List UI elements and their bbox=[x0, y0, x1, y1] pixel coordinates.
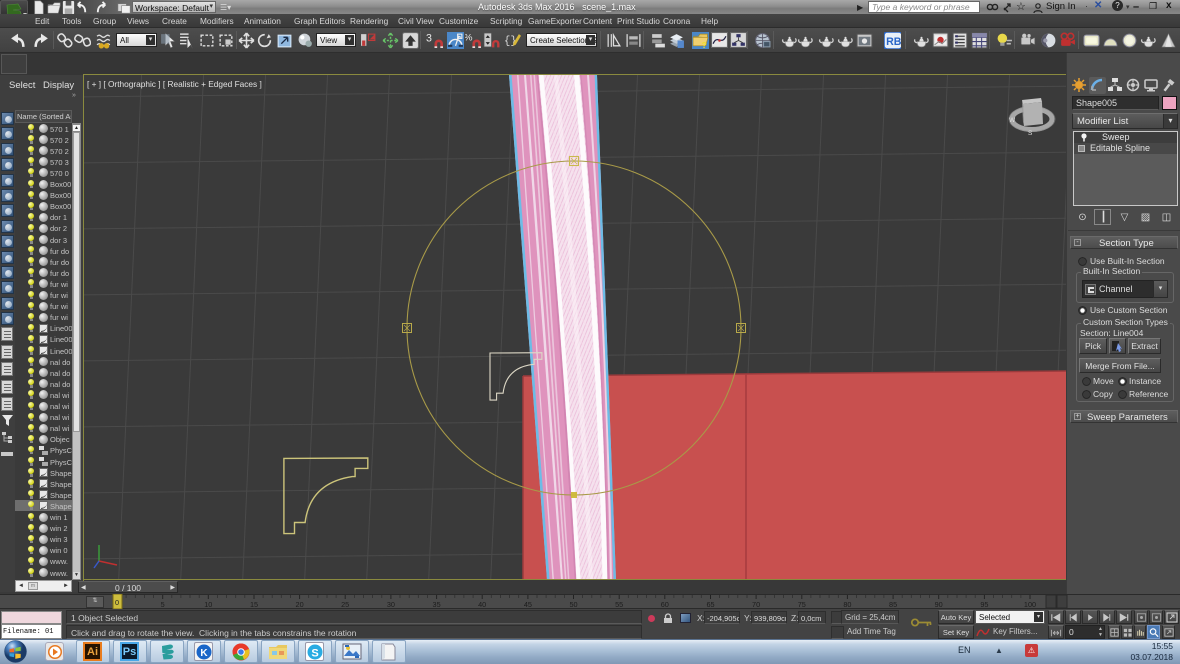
svg-text:85: 85 bbox=[889, 600, 897, 609]
svg-text:75: 75 bbox=[798, 600, 806, 609]
svg-text:10: 10 bbox=[204, 600, 212, 609]
svg-text:60: 60 bbox=[661, 600, 669, 609]
svg-text:30: 30 bbox=[387, 600, 395, 609]
svg-text:50: 50 bbox=[569, 600, 577, 609]
svg-text:?: ? bbox=[702, 40, 707, 49]
svg-text:25: 25 bbox=[341, 600, 349, 609]
svg-text:3: 3 bbox=[426, 33, 432, 45]
svg-text:70: 70 bbox=[752, 600, 760, 609]
svg-text:40: 40 bbox=[478, 600, 486, 609]
svg-text:15: 15 bbox=[250, 600, 258, 609]
svg-text:%: % bbox=[465, 33, 473, 44]
svg-text:5: 5 bbox=[161, 600, 165, 609]
svg-text:0: 0 bbox=[115, 598, 119, 607]
svg-text:S: S bbox=[1028, 130, 1033, 137]
svg-text:95: 95 bbox=[980, 600, 988, 609]
svg-text:100: 100 bbox=[1024, 600, 1036, 609]
svg-text:[ + ] [ Orthographic ] [ Reali: [ + ] [ Orthographic ] [ Realistic + Edg… bbox=[87, 79, 262, 89]
svg-text:90: 90 bbox=[935, 600, 943, 609]
svg-text:W: W bbox=[1009, 117, 1016, 124]
svg-text:RB: RB bbox=[886, 36, 901, 48]
svg-text:20: 20 bbox=[296, 600, 304, 609]
svg-text:80: 80 bbox=[843, 600, 851, 609]
svg-text:K: K bbox=[200, 648, 208, 659]
svg-text:65: 65 bbox=[706, 600, 714, 609]
svg-text:55: 55 bbox=[615, 600, 623, 609]
svg-text:35: 35 bbox=[433, 600, 441, 609]
svg-text:S: S bbox=[311, 648, 318, 660]
svg-text:45: 45 bbox=[524, 600, 532, 609]
